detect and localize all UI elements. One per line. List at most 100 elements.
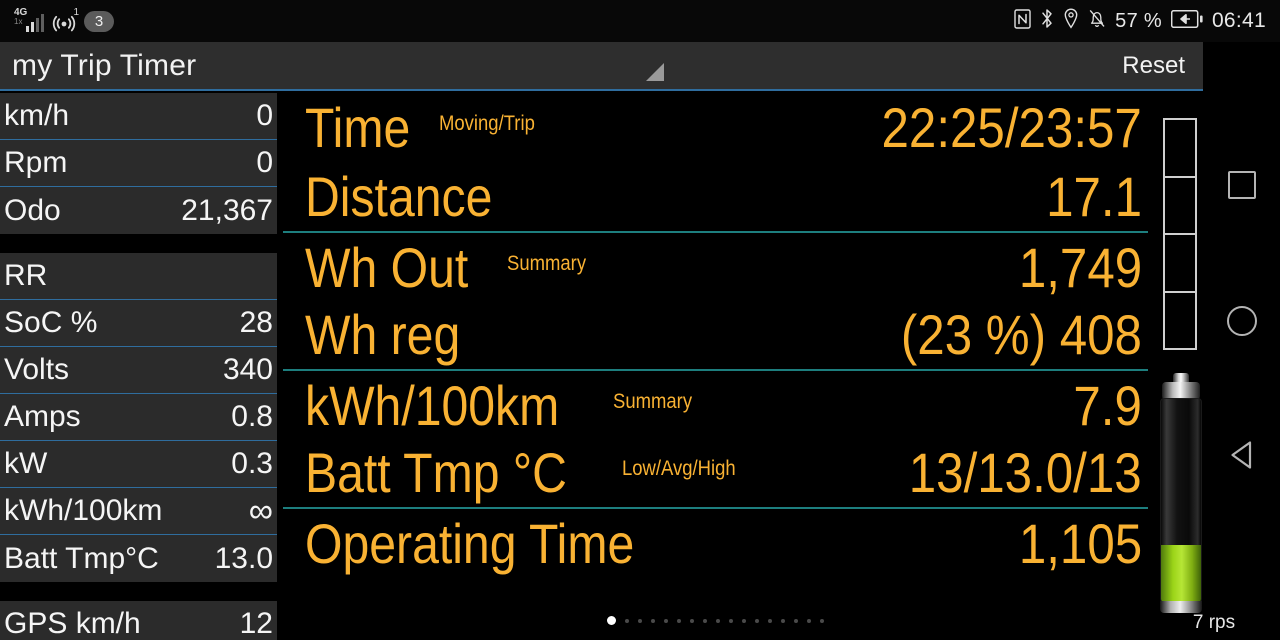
signal-bars-icon: 4G 1x	[14, 8, 44, 33]
trip-metric-label: Operating Time	[305, 511, 635, 575]
sidebar-group: GPS km/h12GPS Alt227	[0, 601, 277, 640]
trip-metric-label: Wh Out	[305, 235, 469, 299]
page-indicator-dot[interactable]	[703, 618, 707, 623]
sidebar-metric-value: ∞	[248, 491, 273, 530]
sidebar-group-gap	[0, 234, 277, 253]
sidebar-metric-label: SoC %	[4, 306, 98, 339]
app-title-bar: my Trip Timer Reset	[0, 42, 1203, 91]
page-indicator-dot[interactable]	[781, 618, 785, 623]
trip-metric-row[interactable]: Operating Time 1,105	[283, 507, 1148, 576]
gauge-segment	[1165, 293, 1195, 349]
trip-metric-label-group: Time Moving/Trip	[305, 93, 548, 162]
trip-metric-row[interactable]: Time Moving/Trip 22:25/23:57	[283, 93, 1148, 162]
trip-metric-value-group: 1,105	[1002, 509, 1142, 578]
page-indicator-dot[interactable]	[768, 618, 772, 623]
recents-square-icon[interactable]	[1228, 171, 1256, 199]
phone-screen: 4G 1x 1 3 57 % 06:41 my Trip Timer Reset…	[0, 0, 1280, 640]
reset-button[interactable]: Reset	[1122, 42, 1185, 89]
nfc-icon	[1014, 8, 1031, 34]
page-indicator[interactable]	[283, 616, 1148, 625]
sidebar-metric-label: Rpm	[4, 146, 68, 179]
bluetooth-icon	[1040, 8, 1054, 34]
battery-cell-gauge	[1158, 373, 1204, 613]
battery-percent-label: 57 %	[1115, 9, 1162, 32]
sidebar-metric-row[interactable]: GPS km/h 12	[0, 601, 277, 640]
page-indicator-dot[interactable]	[625, 618, 629, 623]
trip-metric-sublabel: Moving/Trip	[439, 112, 536, 135]
page-indicator-dot[interactable]	[607, 616, 616, 625]
trip-metric-label: kWh/100km	[305, 373, 560, 437]
page-indicator-dot[interactable]	[690, 618, 694, 623]
sidebar-metric-row[interactable]: Volts 340	[0, 347, 277, 394]
trip-metric-label-group: Wh reg	[305, 300, 486, 369]
gauge-segment	[1165, 235, 1195, 293]
page-indicator-dot[interactable]	[820, 618, 824, 623]
trip-metric-row[interactable]: Wh Out Summary 1,749	[283, 231, 1148, 300]
trip-metric-label-group: Wh Out Summary	[305, 233, 597, 302]
sidebar-metric-value: 0	[256, 99, 273, 132]
power-segment-gauge	[1163, 118, 1197, 350]
trip-metric-sublabel: Low/Avg/High	[621, 457, 736, 480]
page-indicator-dot[interactable]	[638, 618, 642, 623]
signal-bars-glyph	[26, 12, 44, 32]
trip-metric-value: (23 %) 408	[900, 302, 1142, 366]
sidebar-group: RR SoC % 28 Volts 340 Amps 0.8 kW 0.3 kWh/100km ∞ B…	[0, 253, 277, 582]
sidebar-metric-row[interactable]: kWh/100km ∞	[0, 488, 277, 535]
page-indicator-dot[interactable]	[729, 618, 733, 623]
sidebar-metric-row[interactable]: kW 0.3	[0, 441, 277, 488]
page-indicator-dot[interactable]	[807, 618, 811, 623]
page-indicator-dot[interactable]	[755, 618, 759, 623]
sidebar-metric-row[interactable]: RR	[0, 253, 277, 300]
trip-metric-row[interactable]: Distance 17.1	[283, 162, 1148, 231]
bell-muted-icon	[1088, 8, 1106, 34]
resize-handle-icon[interactable]	[646, 63, 664, 81]
sidebar-metric-row[interactable]: km/h 0	[0, 93, 277, 140]
sidebar-metric-row[interactable]: Amps 0.8	[0, 394, 277, 441]
page-indicator-dot[interactable]	[794, 618, 798, 623]
trip-metric-value-group: 7.9	[1064, 371, 1142, 440]
status-bar-clock: 06:41	[1211, 9, 1266, 32]
page-title: my Trip Timer	[12, 49, 197, 82]
location-pin-icon	[1063, 8, 1079, 34]
trip-metric-value-group: 1,749	[1002, 233, 1142, 302]
back-triangle-icon[interactable]	[1227, 439, 1257, 471]
sidebar-metric-value: 28	[239, 306, 273, 339]
battery-fill-level	[1161, 545, 1201, 602]
battery-body	[1160, 398, 1202, 603]
android-nav-bar	[1204, 93, 1280, 640]
network-sub-label: 1x	[14, 17, 23, 26]
trip-metric-value-group: 22:25/23:57	[846, 93, 1142, 162]
page-indicator-dot[interactable]	[742, 618, 746, 623]
trip-metric-row[interactable]: Wh reg (23 %) 408	[283, 300, 1148, 369]
trip-metric-value-group: 13/13.0/13	[877, 438, 1142, 507]
sidebar-metric-value: 12	[239, 607, 273, 640]
trip-metric-sublabel: Summary	[506, 252, 586, 275]
trip-metric-value: 17.1	[1046, 164, 1142, 228]
trip-metric-value: 13/13.0/13	[909, 440, 1142, 504]
sidebar-metric-label: GPS km/h	[4, 607, 141, 640]
trip-metric-value: 1,749	[1018, 235, 1142, 299]
trip-metric-label-group: Batt Tmp °C Low/Avg/High	[305, 438, 751, 507]
trip-metric-value: 7.9	[1073, 373, 1142, 437]
page-indicator-dot[interactable]	[716, 618, 720, 623]
page-indicator-dot[interactable]	[677, 618, 681, 623]
status-bar-right: 57 % 06:41	[1014, 0, 1266, 42]
sidebar-metric-row[interactable]: Rpm 0	[0, 140, 277, 187]
trip-metric-label: Wh reg	[305, 302, 461, 366]
home-circle-icon[interactable]	[1227, 306, 1257, 336]
sidebar-group-gap	[0, 582, 277, 601]
trip-metric-value: 22:25/23:57	[881, 95, 1142, 159]
trip-metric-label: Batt Tmp °C	[305, 440, 567, 504]
sidebar-metric-row[interactable]: SoC % 28	[0, 300, 277, 347]
hotspot-icon: 1	[51, 7, 79, 33]
trip-metric-label: Distance	[305, 164, 493, 228]
sidebar-metric-label: Volts	[4, 353, 70, 386]
trip-metric-row[interactable]: Batt Tmp °C Low/Avg/High 13/13.0/13	[283, 438, 1148, 507]
page-indicator-dot[interactable]	[651, 618, 655, 623]
page-indicator-dot[interactable]	[664, 618, 668, 623]
sidebar-metric-value: 0.3	[231, 447, 273, 480]
sidebar-metric-label: RR	[4, 259, 48, 292]
sidebar-metric-row[interactable]: Odo 21,367	[0, 187, 277, 234]
sidebar-metric-row[interactable]: Batt Tmp°C 13.0	[0, 535, 277, 582]
trip-metric-row[interactable]: kWh/100km Summary 7.9	[283, 369, 1148, 438]
